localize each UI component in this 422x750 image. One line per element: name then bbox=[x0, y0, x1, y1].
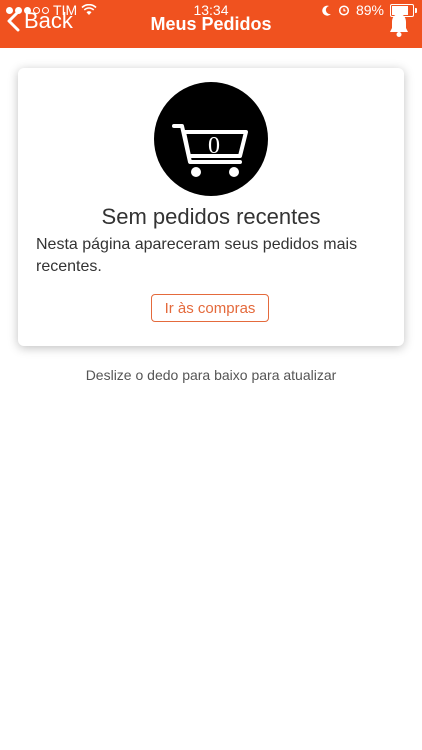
pull-to-refresh-hint: Deslize o dedo para baixo para atualizar bbox=[85, 367, 337, 383]
shopping-cart-icon: 0 bbox=[172, 124, 248, 177]
go-shopping-button[interactable]: Ir às compras bbox=[151, 294, 269, 322]
bell-icon[interactable] bbox=[388, 12, 410, 38]
empty-title: Sem pedidos recentes bbox=[101, 204, 321, 229]
empty-description: Nesta página apareceram seus pedidos mai… bbox=[36, 236, 358, 275]
nav-bar: TIM 13:34 89% Back Meus Pedidos bbox=[0, 0, 422, 48]
cart-badge: 0 bbox=[154, 82, 268, 196]
empty-orders-card: 0 Sem pedidos recentes Nesta página apar… bbox=[18, 68, 404, 346]
page-title: Meus Pedidos bbox=[150, 14, 272, 34]
cart-count: 0 bbox=[208, 133, 220, 159]
